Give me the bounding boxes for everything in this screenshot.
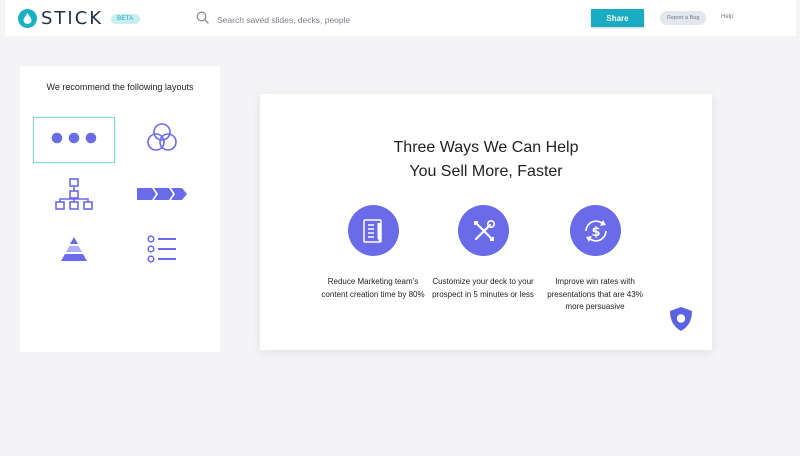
dollar-refresh-icon: $ <box>570 205 621 256</box>
layout-option-pyramid[interactable] <box>33 228 115 274</box>
slide-title-line-2: You Sell More, Faster <box>409 163 563 180</box>
layout-option-list[interactable] <box>121 228 203 274</box>
logo-drop-icon <box>18 9 37 28</box>
feature-1-text: Reduce Marketing team’s content creation… <box>321 277 425 299</box>
venn-circles-icon <box>145 122 179 159</box>
slide-title-line-1: Three Ways We Can Help <box>393 139 579 156</box>
logo-text: STICK <box>41 8 104 29</box>
svg-text:$: $ <box>591 225 600 240</box>
search-input[interactable] <box>217 15 457 25</box>
feature-2-text: Customize your deck to your prospect in … <box>432 277 534 299</box>
layout-option-venn[interactable] <box>121 117 203 163</box>
search-bar <box>196 11 457 29</box>
pyramid-icon <box>60 236 88 267</box>
report-bug-button[interactable]: Report a Bug <box>660 11 707 25</box>
bullet-list-icon <box>147 234 177 268</box>
help-link[interactable]: Help <box>721 14 733 20</box>
top-bar: STICK BETA Share Report a Bug Help <box>5 0 796 36</box>
three-dots-icon <box>51 131 97 149</box>
shield-icon[interactable] <box>668 306 694 332</box>
process-arrows-icon <box>137 187 187 205</box>
layouts-title: We recommend the following layouts <box>46 82 194 92</box>
feature-3-text: Improve win rates with presentations tha… <box>547 277 643 311</box>
document-pencil-icon <box>348 205 399 256</box>
tools-icon <box>458 205 509 256</box>
org-chart-icon <box>54 177 94 215</box>
slide-preview[interactable]: Three Ways We Can Help You Sell More, Fa… <box>260 94 712 350</box>
layout-option-three-dots[interactable] <box>33 117 115 163</box>
layout-option-org-chart[interactable] <box>33 173 115 219</box>
layouts-panel: We recommend the following layouts <box>20 66 220 352</box>
search-icon[interactable] <box>196 11 209 29</box>
layout-option-process[interactable] <box>121 173 203 219</box>
logo[interactable]: STICK BETA <box>18 8 140 29</box>
beta-badge: BETA <box>111 13 140 24</box>
share-button[interactable]: Share <box>591 9 644 27</box>
slide-title: Three Ways We Can Help You Sell More, Fa… <box>260 136 712 184</box>
